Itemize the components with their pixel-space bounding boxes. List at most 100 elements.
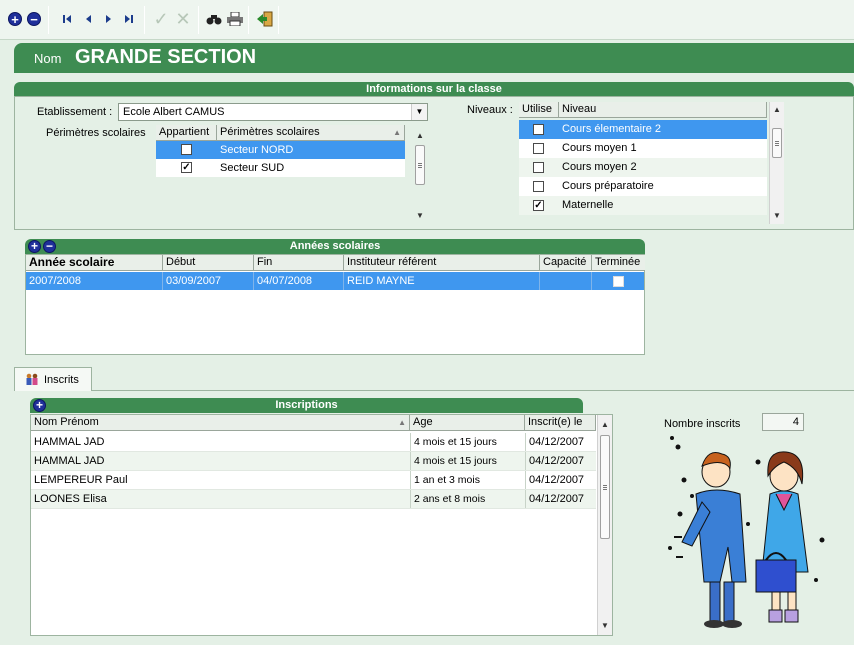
table-row[interactable]: Cours préparatoire <box>519 177 767 196</box>
table-row[interactable]: 2007/2008 03/09/2007 04/07/2008 REID MAY… <box>26 272 644 290</box>
inscrit-nom: LEMPEREUR Paul <box>34 474 128 486</box>
inscriptions-grid: Nom Prénom ▲ Age Inscrit(e) le HAMMAL JA… <box>30 414 613 636</box>
table-row[interactable]: Cours moyen 2 <box>519 158 767 177</box>
table-row[interactable]: Cours moyen 1 <box>519 139 767 158</box>
add-icon: + <box>30 239 38 253</box>
annee-value: 2007/2008 <box>26 272 163 290</box>
scroll-thumb[interactable] <box>415 145 425 185</box>
print-button[interactable] <box>226 9 244 29</box>
niveaux-col-niveau[interactable]: Niveau <box>559 102 767 118</box>
perimetre-name: Secteur NORD <box>220 144 294 156</box>
remove-icon: − <box>27 12 41 26</box>
etablissement-value: Ecole Albert CAMUS <box>123 106 225 118</box>
annees-col-instituteur[interactable]: Instituteur référent <box>344 255 540 271</box>
sort-asc-icon: ▲ <box>398 418 406 427</box>
table-row[interactable]: LOONES Elisa 2 ans et 8 mois 04/12/2007 <box>31 490 596 509</box>
scroll-down-icon[interactable]: ▼ <box>601 621 609 630</box>
add-annee-button[interactable]: + <box>28 240 41 253</box>
scroll-thumb[interactable] <box>772 128 782 158</box>
table-row[interactable]: HAMMAL JAD 4 mois et 15 jours 04/12/2007 <box>31 433 596 452</box>
scroll-up-icon[interactable]: ▲ <box>601 420 609 429</box>
niveau-name: Cours élementaire 2 <box>562 123 662 135</box>
inscrit-date: 04/12/2007 <box>525 490 596 508</box>
inscriptions-col-nom[interactable]: Nom Prénom ▲ <box>31 415 410 431</box>
perimetres-scrollbar[interactable]: ▲ ▼ <box>413 125 428 225</box>
scroll-up-icon[interactable]: ▲ <box>773 105 781 114</box>
inscriptions-col-age[interactable]: Age <box>410 415 525 431</box>
cancel-icon: ✕ <box>175 8 191 29</box>
perimetres-col-nom[interactable]: Périmètres scolaires ▲ <box>217 125 405 141</box>
scroll-up-icon[interactable]: ▲ <box>416 131 424 140</box>
scroll-down-icon[interactable]: ▼ <box>773 211 781 220</box>
checkbox-terminee[interactable] <box>613 276 624 287</box>
table-row[interactable]: HAMMAL JAD 4 mois et 15 jours 04/12/2007 <box>31 452 596 471</box>
name-label: Nom <box>34 51 62 66</box>
inscriptions-col-date[interactable]: Inscrit(e) le <box>525 415 596 431</box>
add-button[interactable]: + <box>6 9 24 29</box>
perimetres-label: Périmètres scolaires <box>46 127 146 139</box>
search-button[interactable] <box>205 9 223 29</box>
annees-col-capacite[interactable]: Capacité <box>540 255 592 271</box>
dropdown-arrow-icon[interactable]: ▼ <box>411 104 427 120</box>
tab-inscrits[interactable]: Inscrits <box>14 367 92 391</box>
count-label: Nombre inscrits <box>664 418 741 430</box>
tab-inscrits-label: Inscrits <box>44 374 79 386</box>
class-name-value[interactable]: GRANDE SECTION <box>75 46 256 69</box>
first-icon <box>63 15 71 23</box>
remove-icon: − <box>45 239 53 253</box>
niveaux-scrollbar[interactable]: ▲ ▼ <box>769 102 784 224</box>
table-row[interactable]: ✓ Maternelle <box>519 196 767 215</box>
checkbox-utilise[interactable] <box>533 124 544 135</box>
perimetre-name: Secteur SUD <box>220 162 285 174</box>
validate-button[interactable]: ✓ <box>152 9 170 29</box>
inscrit-age: 1 an et 3 mois <box>410 471 525 489</box>
checkbox-appartient[interactable]: ✓ <box>181 144 192 155</box>
checkbox-utilise[interactable] <box>533 181 544 192</box>
search-icon <box>206 15 222 25</box>
niveaux-col-utilise[interactable]: Utilise <box>519 102 559 118</box>
toolbar: + − ✓ ✕ <box>0 0 854 40</box>
inscriptions-scrollbar[interactable]: ▲ ▼ <box>597 415 612 635</box>
previous-record-button[interactable] <box>79 9 97 29</box>
first-record-button[interactable] <box>58 9 76 29</box>
scroll-thumb[interactable] <box>600 435 610 539</box>
validate-icon: ✓ <box>153 8 169 29</box>
cancel-button[interactable]: ✕ <box>174 9 192 29</box>
etablissement-select[interactable]: Ecole Albert CAMUS ▼ <box>118 103 428 121</box>
checkbox-utilise[interactable] <box>533 143 544 154</box>
niveaux-label: Niveaux : <box>467 104 513 116</box>
annees-col-annee[interactable]: Année scolaire <box>26 255 163 271</box>
table-row[interactable]: ✓ Secteur SUD <box>156 159 405 177</box>
children-icon <box>26 373 38 385</box>
etablissement-label: Etablissement : <box>37 106 113 118</box>
name-bar: Nom GRANDE SECTION <box>14 43 854 73</box>
checkbox-utilise[interactable] <box>533 162 544 173</box>
annees-col-terminee[interactable]: Terminée <box>592 255 645 271</box>
inscrit-age: 4 mois et 15 jours <box>410 433 525 451</box>
inscrit-date: 04/12/2007 <box>525 433 596 451</box>
niveaux-grid: Utilise Niveau Cours élementaire 2 Cours… <box>519 102 788 224</box>
last-record-button[interactable] <box>120 9 138 29</box>
scroll-down-icon[interactable]: ▼ <box>416 211 424 220</box>
table-row[interactable]: ✓ Secteur NORD <box>156 141 405 159</box>
inscriptions-title: Inscriptions <box>30 398 583 413</box>
checkbox-utilise[interactable]: ✓ <box>533 200 544 211</box>
table-row[interactable]: Cours élementaire 2 <box>519 120 767 139</box>
perimetres-col-appartient[interactable]: Appartient <box>156 125 217 141</box>
exit-button[interactable] <box>256 9 274 29</box>
annees-col-fin[interactable]: Fin <box>254 255 344 271</box>
checkbox-appartient[interactable]: ✓ <box>181 162 192 173</box>
niveau-name: Cours moyen 1 <box>562 142 637 154</box>
remove-button[interactable]: − <box>25 9 43 29</box>
inscrit-nom: HAMMAL JAD <box>34 455 105 467</box>
debut-value: 03/09/2007 <box>163 272 254 290</box>
add-inscription-button[interactable]: + <box>33 399 46 412</box>
exit-icon <box>257 11 273 27</box>
next-record-button[interactable] <box>100 9 118 29</box>
niveau-name: Maternelle <box>562 199 614 211</box>
remove-annee-button[interactable]: − <box>43 240 56 253</box>
annees-title: Années scolaires <box>25 239 645 254</box>
count-value: 4 <box>762 413 804 431</box>
annees-col-debut[interactable]: Début <box>163 255 254 271</box>
table-row[interactable]: LEMPEREUR Paul 1 an et 3 mois 04/12/2007 <box>31 471 596 490</box>
